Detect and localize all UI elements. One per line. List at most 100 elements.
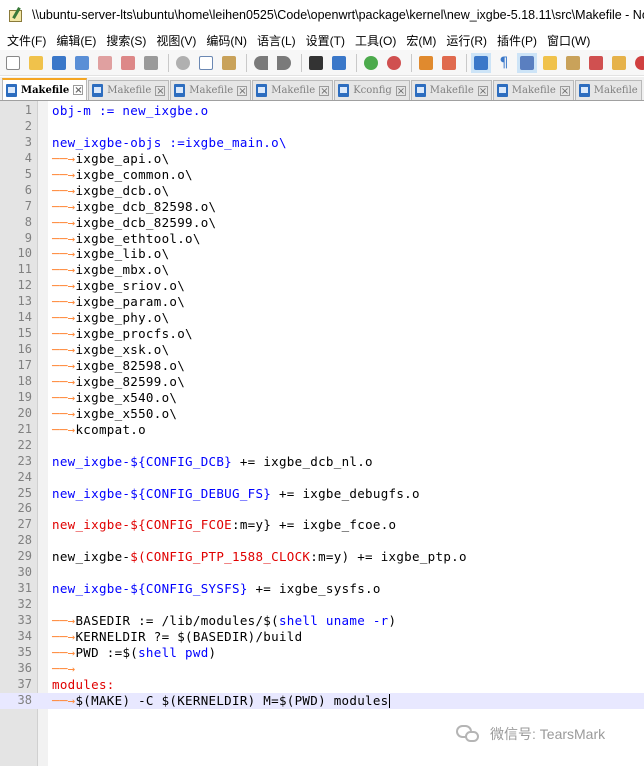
tab-arrow: ──→ — [52, 262, 76, 278]
config-var: {CONFIG_DCB} — [138, 453, 233, 469]
undo-button[interactable] — [251, 53, 271, 73]
line-number: 15 — [17, 326, 32, 341]
tab-makefile[interactable]: Makefile — [574, 80, 642, 100]
monitoring-button[interactable] — [632, 53, 644, 73]
menu-edit[interactable]: 编辑(E) — [53, 32, 103, 49]
print-button[interactable] — [141, 53, 161, 73]
zoom-in-button[interactable] — [361, 53, 381, 73]
tab-makefile-active[interactable]: Makefile × — [2, 78, 88, 100]
save-button[interactable] — [49, 53, 69, 73]
tab-arrow: ──→ — [52, 294, 76, 310]
line-text: KERNELDIR ?= $(BASEDIR)/build — [75, 628, 303, 644]
toolbar-separator — [466, 53, 467, 72]
tab-arrow: ──→ — [52, 421, 76, 437]
tab-arrow: ──→ — [52, 182, 76, 198]
close-button[interactable] — [95, 53, 115, 73]
tab-close-icon[interactable]: × — [559, 85, 570, 96]
zoom-out-button[interactable] — [384, 53, 404, 73]
menu-plugins[interactable]: 插件(P) — [494, 32, 544, 49]
code-line-7: 7 ──→ixgbe_dcb_82598.o\ — [0, 199, 644, 215]
code-line-25: 25 new_ixgbe-${CONFIG_DEBUG_FS} += ixgbe_… — [0, 486, 644, 502]
line-text: ) — [208, 644, 217, 660]
menu-search[interactable]: 搜索(S) — [103, 32, 153, 49]
shell-call: shell pwd — [138, 644, 209, 660]
tab-makefile[interactable]: Makefile × — [88, 80, 170, 100]
menu-language[interactable]: 语言(L) — [254, 32, 303, 49]
replace-button[interactable] — [329, 53, 349, 73]
tab-close-icon[interactable]: × — [395, 85, 406, 96]
title-bar: \\ubuntu-server-lts\ubuntu\home\leihen05… — [0, 0, 644, 30]
function-list-button[interactable] — [586, 53, 606, 73]
line-text: += ixgbe_fcoe.o — [271, 517, 397, 533]
wechat-icon — [456, 723, 482, 745]
line-text: new_ixgbe-$ — [52, 581, 139, 597]
menu-window[interactable]: 窗口(W) — [544, 32, 597, 49]
menu-encoding[interactable]: 编码(N) — [203, 32, 254, 49]
line-text: += ixgbe_debugfs.o — [271, 485, 420, 501]
code-line-5: 5 ──→ixgbe_common.o\ — [0, 167, 644, 183]
sync-horizontal-button[interactable] — [439, 53, 459, 73]
line-number: 7 — [24, 198, 32, 213]
config-var: {CONFIG_SYSFS} — [138, 581, 248, 597]
cut-button[interactable] — [173, 53, 193, 73]
tab-arrow: ──→ — [52, 373, 76, 389]
tab-kconfig[interactable]: Kconfig × — [334, 80, 410, 100]
folder-workspace-button[interactable] — [609, 53, 629, 73]
menu-view[interactable]: 视图(V) — [153, 32, 203, 49]
copy-button[interactable] — [196, 53, 216, 73]
line-text: ixgbe_dcb.o\ — [75, 182, 170, 198]
code-line-29: 29 new_ixgbe-$(CONFIG_PTP_1588_CLOCK:m=y)… — [0, 549, 644, 565]
sync-vertical-button[interactable] — [416, 53, 436, 73]
tab-arrow: ──→ — [52, 326, 76, 342]
tab-close-icon[interactable]: × — [237, 85, 248, 96]
code-line-2: 2 — [0, 119, 644, 135]
close-file-icon — [98, 55, 112, 70]
close-all-button[interactable] — [118, 53, 138, 73]
line-number: 35 — [17, 644, 32, 659]
tab-close-icon[interactable]: × — [155, 85, 166, 96]
line-number: 26 — [17, 501, 32, 516]
tab-close-icon[interactable]: × — [319, 85, 330, 96]
tab-close-icon[interactable]: × — [477, 85, 488, 96]
new-file-button[interactable] — [3, 53, 23, 73]
tab-makefile[interactable]: Makefile × — [170, 80, 252, 100]
line-number: 36 — [17, 660, 32, 675]
new-file-icon — [6, 55, 20, 70]
line-number: 5 — [24, 166, 32, 181]
redo-button[interactable] — [274, 53, 294, 73]
line-text: modules: — [52, 676, 115, 692]
tab-makefile[interactable]: Makefile × — [252, 80, 334, 100]
doc-map-button[interactable] — [563, 53, 583, 73]
menu-settings[interactable]: 设置(T) — [303, 32, 352, 49]
code-line-20: 20 ──→ixgbe_x550.o\ — [0, 406, 644, 422]
tab-makefile[interactable]: Makefile × — [410, 80, 492, 100]
indent-guide-button[interactable] — [517, 52, 537, 73]
menu-run[interactable]: 运行(R) — [443, 32, 494, 49]
menu-tools[interactable]: 工具(O) — [352, 32, 403, 49]
menu-file[interactable]: 文件(F) — [4, 32, 53, 49]
show-all-chars-button[interactable]: ¶ — [494, 53, 514, 73]
function-list-icon — [589, 55, 603, 70]
word-wrap-button[interactable] — [471, 52, 491, 73]
line-number: 24 — [17, 469, 32, 484]
line-text: ixgbe_common.o\ — [75, 166, 193, 182]
line-number: 6 — [24, 182, 32, 197]
udl-button[interactable] — [540, 53, 560, 73]
paste-button[interactable] — [219, 53, 239, 73]
line-text: ) — [388, 613, 397, 628]
code-line-6: 6 ──→ixgbe_dcb.o\ — [0, 183, 644, 199]
menu-macro[interactable]: 宏(M) — [403, 32, 443, 49]
toolbar-separator — [168, 53, 169, 72]
tab-makefile[interactable]: Makefile × — [492, 80, 574, 100]
save-all-button[interactable] — [72, 53, 92, 73]
tab-close-icon[interactable]: × — [73, 85, 84, 96]
code-line-16: 16 ──→ixgbe_xsk.o\ — [0, 342, 644, 358]
tab-arrow: ──→ — [52, 150, 76, 166]
code-line-38: 38 ──→$(MAKE) -C $(KERNELDIR) M=$(PWD) mo… — [0, 692, 644, 709]
code-editor[interactable]: 1 obj-m := new_ixgbe.o 2 3 new_ixgbe-objs … — [0, 101, 644, 766]
find-button[interactable] — [306, 53, 326, 73]
line-number: 9 — [24, 230, 32, 245]
open-file-button[interactable] — [26, 53, 46, 73]
code-area[interactable]: 1 obj-m := new_ixgbe.o 2 3 new_ixgbe-objs … — [0, 103, 644, 709]
pilcrow-icon: ¶ — [499, 54, 509, 71]
